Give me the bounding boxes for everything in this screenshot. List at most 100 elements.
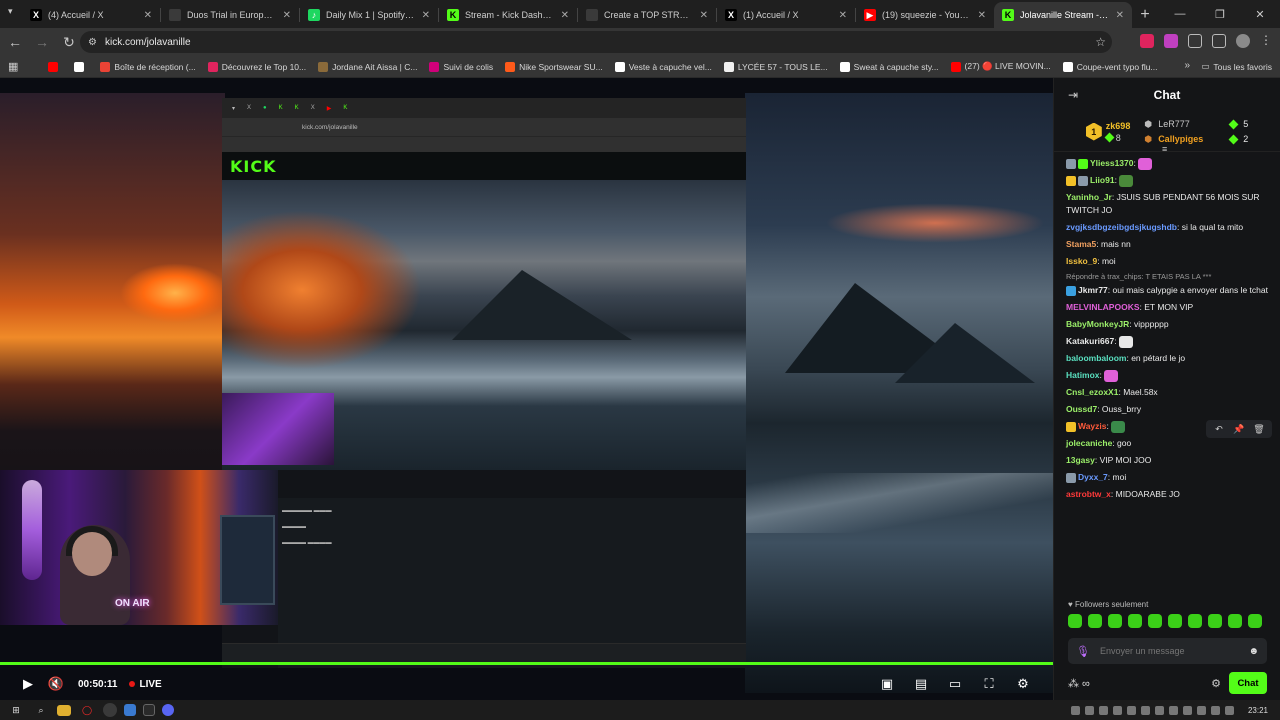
live-progress-bar[interactable] bbox=[0, 662, 1053, 665]
chat-message[interactable]: Cnsl_ezoxX1: Mael.58x bbox=[1066, 386, 1272, 399]
opera-icon[interactable]: ◯ bbox=[78, 703, 96, 717]
tray-icon[interactable] bbox=[1183, 705, 1192, 715]
chat-message[interactable]: astrobtw_x: MIDOARABE JO bbox=[1066, 488, 1272, 501]
chat-username[interactable]: Katakuri667 bbox=[1066, 336, 1114, 346]
chat-message[interactable]: Dyxx_7: moi bbox=[1066, 471, 1272, 484]
bookmark-item[interactable]: Sweat à capuche sty... bbox=[839, 61, 939, 72]
site-info-icon[interactable]: ⚙ bbox=[88, 37, 97, 48]
tray-icon[interactable] bbox=[1141, 705, 1150, 715]
chat-username[interactable]: astrobtw_x bbox=[1066, 489, 1111, 499]
tray-icon[interactable] bbox=[1127, 705, 1136, 715]
delete-icon[interactable]: 🗑 bbox=[1250, 422, 1268, 436]
emote-button[interactable] bbox=[1188, 614, 1202, 628]
chrome-icon[interactable] bbox=[103, 703, 117, 717]
bookmark-item[interactable]: Nike Sportswear SU... bbox=[505, 61, 603, 72]
browser-tab[interactable]: ♪ Daily Mix 1 | Spotify Playli ✕ bbox=[300, 2, 438, 28]
chat-username[interactable]: Stama5 bbox=[1066, 239, 1096, 249]
bookmark-item[interactable]: LYCÉE 57 - TOUS LE... bbox=[723, 61, 828, 72]
windows-start-icon[interactable]: ⊞ bbox=[7, 703, 25, 717]
close-tab-icon[interactable]: ✕ bbox=[422, 10, 430, 21]
send-chat-button[interactable]: Chat bbox=[1229, 672, 1267, 694]
more-bookmarks-icon[interactable]: » bbox=[1184, 60, 1190, 71]
emoji-picker-icon[interactable]: ☻ bbox=[1248, 646, 1259, 657]
pinned-toggle-icon[interactable]: ≡ bbox=[1162, 144, 1167, 154]
chat-username[interactable]: Issko_9 bbox=[1066, 256, 1097, 266]
reply-icon[interactable]: ↶ bbox=[1210, 422, 1228, 436]
reload-icon[interactable]: ↻ bbox=[57, 30, 81, 54]
pin-icon[interactable]: 📌 bbox=[1230, 422, 1248, 436]
chat-username[interactable]: Dyxx_7 bbox=[1078, 472, 1108, 482]
chat-message[interactable]: Yliess1370: bbox=[1066, 157, 1272, 170]
chat-message[interactable]: BabyMonkeyJR: vipppppp bbox=[1066, 318, 1272, 331]
chat-username[interactable]: 13gasy bbox=[1066, 455, 1095, 465]
browser-tab[interactable]: K Jolavanille Stream - Watc ✕ bbox=[994, 2, 1132, 28]
forward-icon[interactable]: → bbox=[30, 30, 54, 54]
chat-username[interactable]: Liio91 bbox=[1090, 175, 1115, 185]
chat-username[interactable]: MELVINLAPOOKS bbox=[1066, 302, 1140, 312]
bookmark-item[interactable]: Boîte de réception (... bbox=[100, 61, 196, 72]
play-icon[interactable]: ▶ bbox=[14, 670, 42, 698]
mini-player-icon[interactable]: ▤ bbox=[907, 670, 935, 698]
chat-message[interactable]: Issko_9: moi bbox=[1066, 255, 1272, 268]
url-bar[interactable]: ⚙ kick.com/jolavanille ☆ bbox=[80, 31, 1112, 53]
file-explorer-icon[interactable] bbox=[57, 704, 71, 716]
close-tab-icon[interactable]: ✕ bbox=[561, 10, 569, 21]
bookmark-item[interactable] bbox=[74, 61, 88, 72]
bookmark-item[interactable]: Suivi de colis bbox=[429, 61, 493, 72]
chat-message[interactable]: 13gasy: VIP MOI JOO bbox=[1066, 454, 1272, 467]
browser-tab[interactable]: ▶ (19) squeezie - YouTube ✕ bbox=[856, 2, 994, 28]
close-tab-icon[interactable]: ✕ bbox=[144, 10, 152, 21]
bookmark-item[interactable]: (27) 🔴 LIVE MOVIN... bbox=[950, 61, 1051, 72]
chat-username[interactable]: jolecaniche bbox=[1066, 438, 1112, 448]
maximize-icon[interactable]: ❐ bbox=[1200, 0, 1240, 28]
chat-message[interactable]: MELVINLAPOOKS: ET MON VIP bbox=[1066, 301, 1272, 314]
chat-message[interactable]: baloombaloom: en pétard le jo bbox=[1066, 352, 1272, 365]
fullscreen-icon[interactable]: ⛶ bbox=[975, 670, 1003, 698]
new-tab-icon[interactable]: + bbox=[1132, 2, 1158, 28]
tray-icon[interactable] bbox=[1113, 705, 1122, 715]
leaderboard-row[interactable]: ⬢ Callypiges 2 bbox=[1144, 134, 1248, 145]
chat-message[interactable]: Liio91: bbox=[1066, 174, 1272, 187]
chat-message-input[interactable] bbox=[1099, 646, 1240, 656]
volume-muted-icon[interactable]: 🔇 bbox=[42, 670, 70, 698]
close-tab-icon[interactable]: ✕ bbox=[839, 10, 847, 21]
close-tab-icon[interactable]: ✕ bbox=[700, 10, 708, 21]
chat-message[interactable]: Hatimox: bbox=[1066, 369, 1272, 382]
collapse-chat-icon[interactable]: ⇥ bbox=[1068, 88, 1078, 102]
emote-button[interactable] bbox=[1128, 614, 1142, 628]
browser-tab[interactable]: X (4) Accueil / X ✕ bbox=[22, 2, 160, 28]
chat-username[interactable]: BabyMonkeyJR bbox=[1066, 319, 1129, 329]
settings-icon[interactable]: ⚙ bbox=[1009, 670, 1037, 698]
chat-username[interactable]: Wayzis bbox=[1078, 421, 1107, 431]
tray-icon[interactable] bbox=[1099, 705, 1108, 715]
emote-button[interactable] bbox=[1168, 614, 1182, 628]
media-icon[interactable] bbox=[1212, 34, 1226, 48]
chat-settings-icon[interactable]: ⚙ bbox=[1211, 677, 1221, 690]
chat-username[interactable]: Yaninho_Jr bbox=[1066, 192, 1112, 202]
discord-icon[interactable] bbox=[162, 704, 174, 716]
leaderboard-row[interactable]: ⬢ LeR777 5 bbox=[1144, 119, 1248, 130]
microphone-icon[interactable]: 🎙 bbox=[1076, 645, 1090, 658]
app-icon[interactable] bbox=[124, 704, 136, 716]
menu-icon[interactable]: ⋮ bbox=[1260, 34, 1274, 48]
tray-icon[interactable] bbox=[1169, 705, 1178, 715]
search-icon[interactable]: ⌕ bbox=[32, 703, 50, 717]
extension-icon[interactable] bbox=[1140, 34, 1154, 48]
emote-button[interactable] bbox=[1228, 614, 1242, 628]
kicks-icon[interactable]: ⁂ ∞ bbox=[1068, 677, 1090, 690]
all-bookmarks[interactable]: ▭ Tous les favoris bbox=[1201, 61, 1272, 72]
close-window-icon[interactable]: ✕ bbox=[1240, 0, 1280, 28]
browser-tab[interactable]: Duos Trial in Europe: Sessi ✕ bbox=[161, 2, 299, 28]
close-tab-icon[interactable]: ✕ bbox=[283, 10, 291, 21]
tray-icon[interactable] bbox=[1085, 705, 1094, 715]
live-badge[interactable]: LIVE bbox=[129, 679, 161, 690]
puzzle-icon[interactable] bbox=[1188, 34, 1202, 48]
emote-button[interactable] bbox=[1148, 614, 1162, 628]
chat-username[interactable]: Cnsl_ezoxX1 bbox=[1066, 387, 1118, 397]
bookmark-star-icon[interactable]: ☆ bbox=[1095, 35, 1106, 49]
browser-tab[interactable]: K Stream - Kick Dashboard ✕ bbox=[439, 2, 577, 28]
theater-mode-icon[interactable]: ▭ bbox=[941, 670, 969, 698]
bookmark-item[interactable]: Coupe-vent typo flu... bbox=[1062, 61, 1158, 72]
bookmark-item[interactable]: Jordane Ait Aissa | C... bbox=[318, 61, 417, 72]
bookmark-item[interactable] bbox=[48, 61, 62, 72]
